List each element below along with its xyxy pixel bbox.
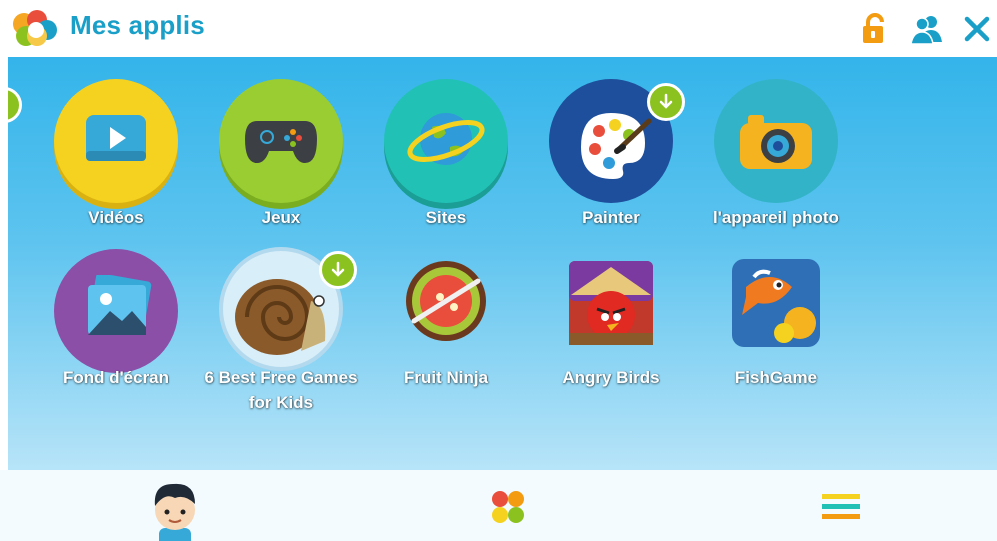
- app-tile-jeux[interactable]: Jeux: [201, 79, 361, 229]
- app-label: l'appareil photo: [713, 208, 839, 227]
- app-tile-wallpaper[interactable]: Fond d'écran: [36, 247, 196, 397]
- angry-birds-icon: [569, 261, 653, 345]
- fruit-ninja-icon: [406, 261, 486, 341]
- close-icon[interactable]: [960, 12, 994, 46]
- gamepad-icon: [245, 121, 317, 163]
- video-play-icon: [86, 115, 146, 161]
- wallpaper-icon: [88, 275, 152, 335]
- apps-grid: Vidéos Jeux Sites Painter l'appareil pho…: [8, 57, 997, 470]
- bottom-nav: [0, 470, 997, 541]
- fish-game-icon: [732, 259, 820, 347]
- apps-grid-icon[interactable]: [447, 470, 567, 541]
- snail-icon: [235, 279, 326, 355]
- app-label-line2: for Kids: [248, 393, 314, 412]
- app-tile-fishgame[interactable]: FishGame: [696, 247, 856, 397]
- menu-icon[interactable]: [780, 470, 900, 541]
- app-tile-painter[interactable]: Painter: [531, 79, 691, 229]
- app-label: FishGame: [734, 368, 818, 387]
- app-logo-icon: [13, 10, 57, 46]
- unlock-icon[interactable]: [858, 12, 892, 46]
- globe-icon: [407, 113, 485, 165]
- download-badge-icon: [647, 83, 685, 121]
- app-tile-camera[interactable]: l'appareil photo: [696, 79, 856, 229]
- users-icon[interactable]: [910, 12, 944, 46]
- page-title: Mes applis: [70, 10, 205, 40]
- camera-icon: [740, 115, 812, 169]
- download-badge-icon: [319, 251, 357, 289]
- paint-palette-icon: [581, 113, 652, 179]
- app-tile-videos[interactable]: Vidéos: [36, 79, 196, 229]
- child-avatar-icon[interactable]: [115, 470, 235, 541]
- download-badge-icon: [8, 87, 22, 123]
- app-tile-angry-birds[interactable]: Angry Birds: [531, 247, 691, 397]
- app-tile-6-best-free-games[interactable]: 6 Best Free Games for Kids: [201, 247, 361, 417]
- app-tile-fruit-ninja[interactable]: Fruit Ninja: [366, 247, 526, 397]
- app-tile-sites[interactable]: Sites: [366, 79, 526, 229]
- header-bar: Mes applis: [0, 0, 997, 57]
